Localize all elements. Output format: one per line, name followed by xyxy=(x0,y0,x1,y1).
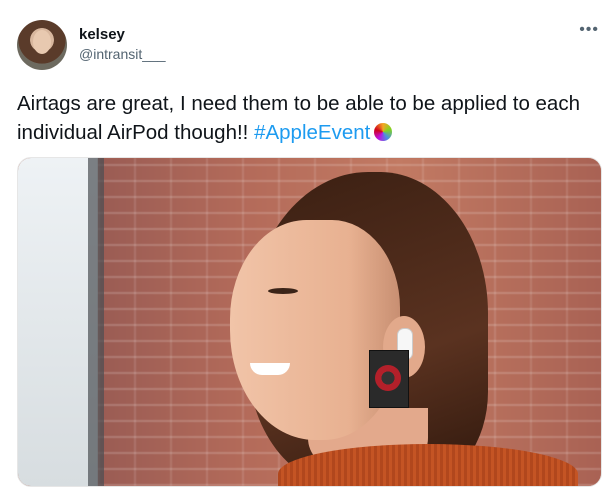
more-options-icon[interactable]: ••• xyxy=(579,21,599,39)
author-display-name[interactable]: kelsey xyxy=(79,26,125,43)
airtag-ring xyxy=(375,365,401,391)
tweet-header: kelsey @intransit___ ••• xyxy=(17,17,599,73)
hashtag-link[interactable]: #AppleEvent xyxy=(254,121,370,144)
photo-background-sky xyxy=(18,158,98,486)
tweet-photo[interactable] xyxy=(17,157,602,487)
tweet-text: Airtags are great, I need them to be abl… xyxy=(17,89,597,147)
airtag-icon xyxy=(369,350,409,408)
photo-smile xyxy=(250,363,290,375)
avatar-face xyxy=(33,30,51,54)
photo-pole xyxy=(88,158,104,486)
author-handle[interactable]: @intransit___ xyxy=(79,46,166,62)
photo-eye xyxy=(268,288,298,294)
apple-event-logo-icon xyxy=(374,123,393,141)
avatar[interactable] xyxy=(17,20,67,70)
